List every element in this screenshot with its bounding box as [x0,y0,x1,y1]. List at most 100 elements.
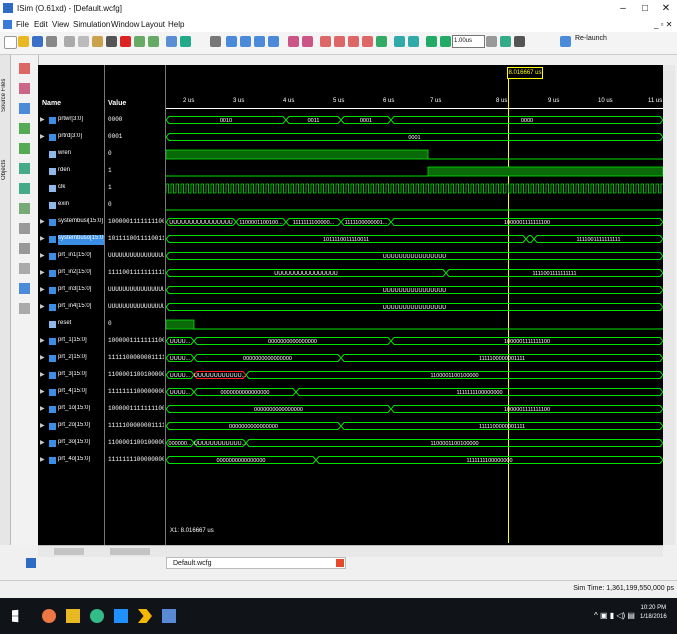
expand-arrow-icon[interactable]: ▶ [40,337,45,344]
snap-icon[interactable] [19,223,30,234]
menu-file[interactable]: File [16,20,29,29]
tab-objects[interactable]: Objects [1,150,9,190]
signal-name[interactable]: prtrd[3:0] [58,133,104,143]
cut-icon[interactable] [64,36,75,47]
find-icon[interactable] [166,36,177,47]
file-explorer-icon[interactable] [66,609,80,623]
pause-icon[interactable] [514,36,525,47]
tab-source-files[interactable]: Source Files [1,65,9,125]
print-icon[interactable] [46,36,57,47]
value-scroll-thumb[interactable] [110,548,150,555]
cursor-tool-icon[interactable] [19,83,30,94]
cursor-icon[interactable] [288,36,299,47]
swap-icon[interactable] [19,203,30,214]
expand-arrow-icon[interactable]: ▶ [40,422,45,429]
restart-icon[interactable] [426,36,437,47]
signal-name[interactable]: prt_3[15:0] [58,371,104,381]
signal-name[interactable]: prt_in3[15:0] [58,286,104,296]
panel-icon[interactable] [26,558,36,568]
expand-arrow-icon[interactable]: ▶ [40,133,45,140]
prev-edge-icon[interactable] [19,163,30,174]
marker-icon[interactable] [210,36,221,47]
next-edge-icon[interactable] [302,36,313,47]
taskbar-clock[interactable]: 10:20 PM 1/18/2016 [640,604,667,622]
menu-window[interactable]: Window [111,20,139,29]
expand-arrow-icon[interactable]: ▶ [40,371,45,378]
signal-name[interactable]: prt_in1[15:0] [58,252,104,262]
expand-arrow-icon[interactable]: ▶ [40,218,45,225]
cursor-time-label[interactable]: 8.016667 us [507,67,543,79]
relaunch-button[interactable]: Re-launch [575,35,607,42]
step-icon[interactable] [500,36,511,47]
column-header-value[interactable]: Value [108,100,126,107]
signal-name[interactable]: prt_in2[15:0] [58,269,104,279]
signal-name[interactable]: wren [58,150,104,160]
expand-arrow-icon[interactable]: ▶ [40,456,45,463]
signal-name[interactable]: prtwr[3:0] [58,116,104,126]
save-icon[interactable] [32,36,43,47]
wave-view-1-icon[interactable] [226,36,237,47]
expand-arrow-icon[interactable]: ▶ [40,303,45,310]
store-icon[interactable] [114,609,128,623]
menu-edit[interactable]: Edit [34,20,48,29]
new-icon[interactable] [4,36,17,49]
signal-name[interactable]: clk [58,184,104,194]
lock-icon[interactable] [19,243,30,254]
menu-view[interactable]: View [52,20,69,29]
close-button[interactable]: ✕ [655,2,677,16]
swap-cursors-icon[interactable] [376,36,387,47]
paste-icon[interactable] [92,36,103,47]
chrome-icon[interactable] [90,609,104,623]
zoom-full-icon[interactable] [348,36,359,47]
list-icon[interactable] [19,303,30,314]
next-transition-icon[interactable] [408,36,419,47]
undo-icon[interactable] [134,36,145,47]
signal-name[interactable]: prt_1o[15:0] [58,405,104,415]
open-folder-icon[interactable] [18,36,29,47]
close-tab-icon[interactable] [336,559,344,567]
run-all-icon[interactable] [440,36,451,47]
column-header-name[interactable]: Name [42,100,61,107]
go-end-icon[interactable] [19,143,30,154]
signal-name[interactable]: exin [58,201,104,211]
go-start-icon[interactable] [19,123,30,134]
signal-name[interactable]: reset [58,320,104,330]
add-marker-icon[interactable] [19,103,30,114]
restore-doc-button[interactable]: _ ▫ ✕ [654,20,672,29]
expand-arrow-icon[interactable]: ▶ [40,286,45,293]
signal-name[interactable]: systembuso[15:0] [58,235,104,245]
run-time-input[interactable]: 1.00us [452,35,485,48]
zoom-icon[interactable] [19,63,30,74]
prev-transition-icon[interactable] [394,36,405,47]
next-edge-tool-icon[interactable] [19,183,30,194]
signal-name[interactable]: prt_3o[15:0] [58,439,104,449]
settings-tool-icon[interactable] [19,283,30,294]
redo-icon[interactable] [148,36,159,47]
copy-icon[interactable] [78,36,89,47]
zoom-in-icon[interactable] [320,36,331,47]
wave-view-3-icon[interactable] [254,36,265,47]
expand-arrow-icon[interactable]: ▶ [40,439,45,446]
horizontal-scrollbar[interactable] [38,545,663,557]
expand-arrow-icon[interactable]: ▶ [40,388,45,395]
relaunch-icon[interactable] [560,36,571,47]
expand-arrow-icon[interactable]: ▶ [40,405,45,412]
signal-name[interactable]: prt_1[15:0] [58,337,104,347]
signal-name[interactable]: rden [58,167,104,177]
expand-arrow-icon[interactable]: ▶ [40,116,45,123]
zoom-fit-icon[interactable] [180,36,191,47]
run-for-icon[interactable] [486,36,497,47]
signal-name[interactable]: systembusi[15:0] [58,218,104,228]
wave-view-2-icon[interactable] [240,36,251,47]
delete-icon[interactable] [106,36,117,47]
menu-simulation[interactable]: Simulation [73,20,110,29]
signal-name[interactable]: prt_2o[15:0] [58,422,104,432]
menu-help[interactable]: Help [168,20,184,29]
grid-icon[interactable] [19,263,30,274]
expand-arrow-icon[interactable]: ▶ [40,252,45,259]
signal-name[interactable]: prt_in4[15:0] [58,303,104,313]
tab-default-wcfg[interactable]: Default.wcfg [166,557,346,569]
signal-name[interactable]: prt_4o[15:0] [58,456,104,466]
menu-layout[interactable]: Layout [141,20,165,29]
system-tray[interactable]: ^ ▣ ▮ ◁) ▤ [594,611,635,620]
